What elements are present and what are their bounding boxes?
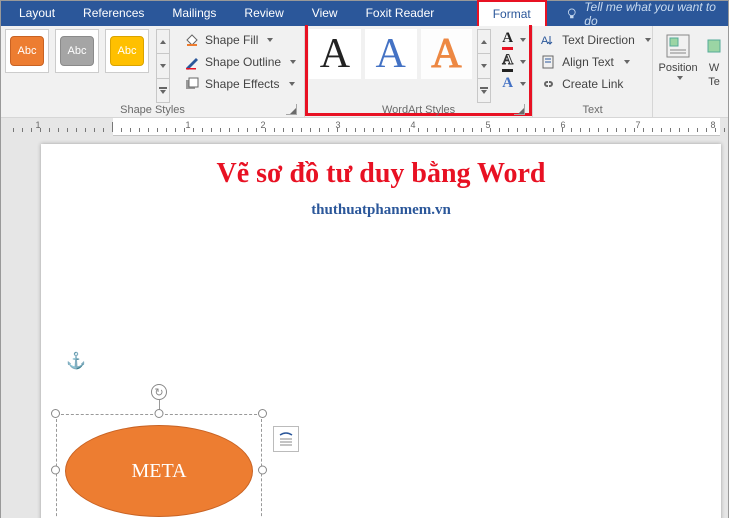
resize-handle-t[interactable] [155,409,164,418]
selected-shape[interactable]: ↻ META [56,414,262,518]
tab-layout[interactable]: Layout [5,1,69,26]
text-direction-label: Text Direction [562,33,635,47]
shape-text: META [131,460,186,483]
effects-icon [184,76,200,92]
create-link-label: Create Link [562,77,623,91]
chevron-down-icon [520,60,526,64]
shape-effects-button[interactable]: Shape Effects [180,73,300,94]
chevron-down-icon [677,76,683,80]
group-label-wordart: WordArt Styles [309,103,528,118]
align-text-label: Align Text [562,55,614,69]
rotate-handle[interactable]: ↻ [151,384,167,400]
position-button[interactable]: Position [657,29,699,118]
svg-text:A: A [541,35,549,47]
create-link-button[interactable]: Create Link [537,73,654,94]
group-label-text: Text [537,103,648,118]
document-subtitle: thuthuatphanmem.vn [81,202,681,219]
ellipse-shape[interactable]: META [65,425,253,517]
align-text-button[interactable]: Align Text [537,51,654,72]
swatch-text: Abc [10,36,44,66]
shape-style-swatch-1[interactable]: Abc [5,29,49,73]
text-outline-icon: A [502,52,513,72]
resize-handle-tr[interactable] [258,409,267,418]
resize-handle-l[interactable] [51,466,60,475]
lightbulb-icon [565,7,579,21]
resize-handle-r[interactable] [258,466,267,475]
tab-references[interactable]: References [69,1,158,26]
shape-outline-label: Shape Outline [205,55,281,69]
wrap-text-button[interactable]: W Te [703,29,725,118]
align-text-icon [540,54,556,70]
document-title: Vẽ sơ đồ tư duy bằng Word [81,158,681,190]
wrap-label: W [709,62,719,74]
wordart-gallery-expand[interactable] [477,29,491,103]
tell-me-search[interactable]: Tell me what you want to do [565,0,728,28]
layout-options-button[interactable] [273,426,299,452]
position-label: Position [658,62,697,74]
shape-fill-button[interactable]: Shape Fill [180,29,300,50]
text-effects-icon: A [502,75,513,92]
shape-outline-button[interactable]: Shape Outline [180,51,300,72]
link-icon [540,76,556,92]
dialog-launcher-icon[interactable] [514,104,525,115]
chevron-down-icon [267,38,273,42]
text-effects-button[interactable]: A [500,73,528,94]
pen-icon [184,54,200,70]
horizontal-ruler[interactable]: 112345678 [1,118,728,136]
shape-style-swatch-2[interactable]: Abc [55,29,99,73]
tab-review[interactable]: Review [230,1,297,26]
shape-style-gallery-expand[interactable] [156,29,170,103]
shape-fill-label: Shape Fill [205,33,258,47]
text-direction-button[interactable]: A Text Direction [537,29,654,50]
wordart-style-2[interactable]: A [365,29,417,79]
chevron-down-icon [290,60,296,64]
wrap-label2: Te [708,76,720,88]
text-outline-button[interactable]: A [500,51,528,72]
resize-handle-tl[interactable] [51,409,60,418]
tab-format[interactable]: Format [477,0,547,27]
anchor-icon[interactable]: ⚓ [66,351,86,371]
layout-options-icon [277,430,295,448]
text-direction-icon: A [540,32,556,48]
chevron-down-icon [289,82,295,86]
chevron-down-icon [624,60,630,64]
tab-mailings[interactable]: Mailings [158,1,230,26]
chevron-down-icon [520,82,526,86]
tell-me-placeholder: Tell me what you want to do [584,0,728,28]
bucket-icon [184,32,200,48]
shape-style-swatch-3[interactable]: Abc [105,29,149,73]
group-label-shape-styles: Shape Styles [5,103,300,118]
wordart-style-1[interactable]: A [309,29,361,79]
wrap-text-icon [700,32,728,60]
shape-effects-label: Shape Effects [205,77,280,91]
position-icon [664,32,692,60]
chevron-up-icon [160,40,166,44]
wordart-style-3[interactable]: A [421,29,473,79]
swatch-text: Abc [110,36,144,66]
text-fill-button[interactable]: A [500,29,528,50]
tab-view[interactable]: View [298,1,352,26]
chevron-down-icon [160,64,166,68]
dialog-launcher-icon[interactable] [286,104,297,115]
swatch-text: Abc [60,36,94,66]
text-fill-icon: A [502,30,513,50]
chevron-down-icon [645,38,651,42]
tab-foxit[interactable]: Foxit Reader PDF [352,1,473,26]
chevron-down-icon [520,38,526,42]
